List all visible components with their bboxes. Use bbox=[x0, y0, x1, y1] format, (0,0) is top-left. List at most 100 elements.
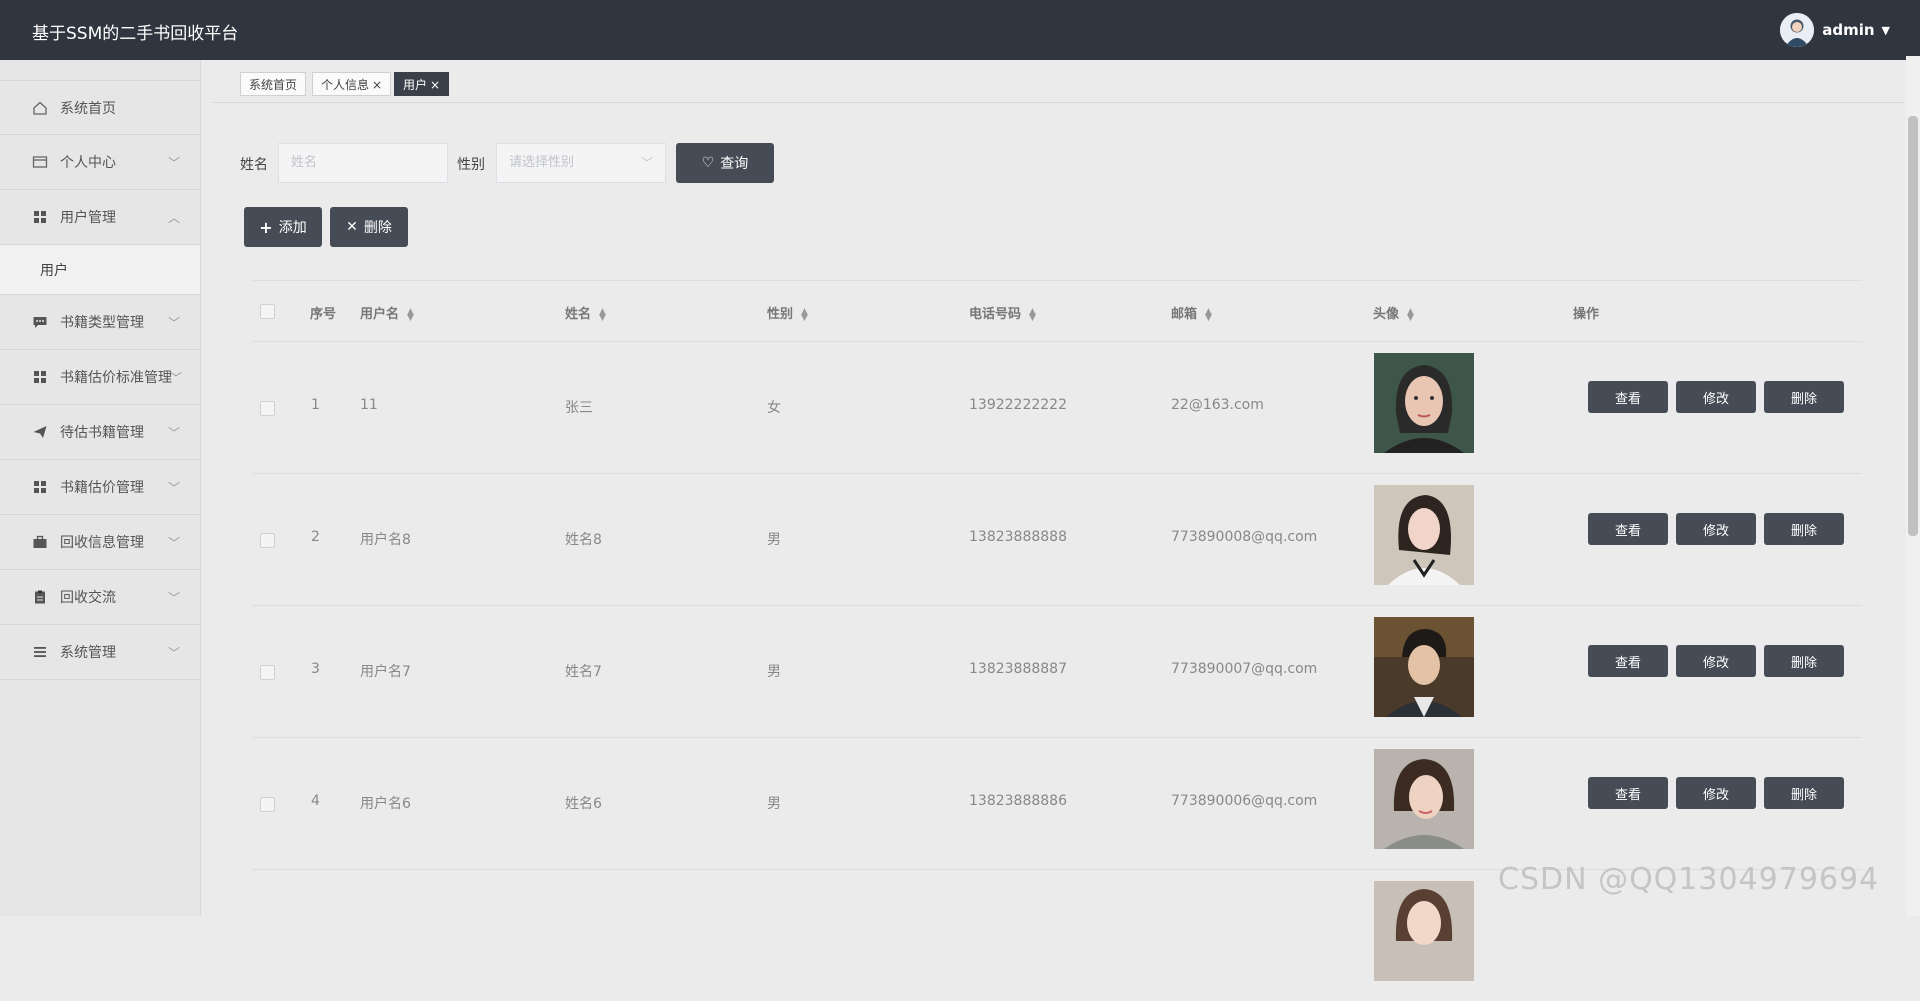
chevron-down-icon: ﹀ bbox=[167, 646, 180, 660]
sidebar-item-label: 书籍估价标准管理 bbox=[60, 370, 172, 386]
grid-icon bbox=[32, 479, 48, 495]
close-icon[interactable]: × bbox=[430, 78, 440, 92]
add-button-label: 添加 bbox=[278, 220, 307, 236]
col-name[interactable]: 姓名 ▲ ▼ bbox=[565, 303, 606, 322]
cell-phone: 13823888888 bbox=[969, 529, 1067, 545]
sidebar-item-recycle-exchange[interactable]: 回收交流 ﹀ bbox=[0, 570, 200, 625]
delete-button[interactable]: 删除 bbox=[1764, 381, 1844, 413]
sidebar-item-label: 书籍估价管理 bbox=[60, 480, 144, 496]
sidebar-item-label: 系统管理 bbox=[60, 645, 116, 661]
sort-icon[interactable]: ▲ ▼ bbox=[1407, 307, 1414, 322]
col-label: 邮箱 bbox=[1171, 307, 1198, 322]
cell-phone: 13823888887 bbox=[969, 661, 1067, 677]
col-avatar[interactable]: 头像 ▲ ▼ bbox=[1373, 303, 1414, 322]
tab-user[interactable]: 用户 × bbox=[394, 72, 450, 96]
cell-name: 姓名8 bbox=[565, 532, 602, 548]
row-checkbox[interactable] bbox=[260, 401, 275, 416]
row-checkbox[interactable] bbox=[260, 665, 275, 680]
cell-index: 2 bbox=[311, 529, 320, 545]
submenu-item-user[interactable]: 用户 bbox=[0, 245, 200, 295]
cell-gender: 男 bbox=[767, 664, 781, 680]
sort-icon[interactable]: ▲ ▼ bbox=[407, 307, 414, 322]
table-row: 1 11 张三 女 13922222222 22@163.com 查看 修改 删… bbox=[252, 341, 1862, 474]
grid-icon bbox=[32, 209, 48, 225]
list-icon bbox=[32, 644, 48, 660]
cell-name: 姓名7 bbox=[565, 664, 602, 680]
sidebar-item-home[interactable]: 系统首页 bbox=[0, 80, 200, 135]
sort-icon[interactable]: ▲ ▼ bbox=[599, 307, 606, 322]
chevron-down-icon: ﹀ bbox=[169, 371, 182, 385]
avatar-photo[interactable] bbox=[1374, 353, 1474, 453]
add-button[interactable]: + 添加 bbox=[244, 207, 322, 247]
plus-icon: + bbox=[259, 217, 273, 237]
sidebar-item-recycle-info[interactable]: 回收信息管理 ﹀ bbox=[0, 515, 200, 570]
sidebar-item-label: 书籍类型管理 bbox=[60, 315, 144, 331]
col-email[interactable]: 邮箱 ▲ ▼ bbox=[1171, 303, 1212, 322]
scrollbar-thumb[interactable] bbox=[1908, 116, 1918, 536]
send-icon bbox=[32, 424, 48, 440]
close-icon[interactable]: × bbox=[372, 78, 382, 92]
col-username[interactable]: 用户名 ▲ ▼ bbox=[360, 303, 414, 322]
delete-button[interactable]: 删除 bbox=[1764, 777, 1844, 809]
sort-icon[interactable]: ▲ ▼ bbox=[1029, 307, 1036, 322]
gender-select[interactable]: 请选择性别 ﹀ bbox=[496, 143, 666, 183]
sidebar-item-label: 个人中心 bbox=[60, 155, 116, 171]
watermark: CSDN @QQ1304979694 bbox=[1498, 862, 1880, 897]
sidebar-item-valuation[interactable]: 书籍估价管理 ﹀ bbox=[0, 460, 200, 515]
col-gender[interactable]: 性别 ▲ ▼ bbox=[767, 303, 808, 322]
select-all-checkbox[interactable] bbox=[260, 304, 275, 319]
edit-button[interactable]: 修改 bbox=[1676, 381, 1756, 413]
avatar-photo[interactable] bbox=[1374, 881, 1474, 981]
tab-home[interactable]: 系统首页 bbox=[240, 72, 307, 96]
cell-phone: 13823888886 bbox=[969, 793, 1067, 809]
chevron-down-icon: ﹀ bbox=[167, 156, 180, 170]
col-label: 性别 bbox=[767, 307, 794, 322]
wallet-icon bbox=[32, 154, 48, 170]
page-scrollbar[interactable] bbox=[1906, 56, 1920, 916]
edit-button[interactable]: 修改 bbox=[1676, 645, 1756, 677]
batch-delete-button[interactable]: ✕ 删除 bbox=[330, 207, 408, 247]
chevron-up-icon: ︿ bbox=[167, 211, 180, 225]
query-button[interactable]: ♡ 查询 bbox=[676, 143, 774, 183]
view-button[interactable]: 查看 bbox=[1588, 777, 1668, 809]
avatar-photo[interactable] bbox=[1374, 617, 1474, 717]
chevron-down-icon: ﹀ bbox=[167, 536, 180, 550]
edit-button[interactable]: 修改 bbox=[1676, 777, 1756, 809]
row-checkbox[interactable] bbox=[260, 797, 275, 812]
name-search-input[interactable]: 姓名 bbox=[278, 143, 448, 183]
cell-username: 用户名8 bbox=[360, 532, 411, 548]
gender-select-placeholder: 请选择性别 bbox=[509, 155, 575, 170]
cell-gender: 女 bbox=[767, 400, 781, 416]
delete-button[interactable]: 删除 bbox=[1764, 645, 1844, 677]
sort-icon[interactable]: ▲ ▼ bbox=[1205, 307, 1212, 322]
sidebar-item-users[interactable]: 用户管理 ︿ bbox=[0, 190, 200, 245]
sidebar-item-personal[interactable]: 个人中心 ﹀ bbox=[0, 135, 200, 190]
col-phone[interactable]: 电话号码 ▲ ▼ bbox=[969, 303, 1036, 322]
cell-email: 22@163.com bbox=[1171, 397, 1264, 413]
tab-personal-info[interactable]: 个人信息 × bbox=[312, 72, 392, 96]
view-button[interactable]: 查看 bbox=[1588, 645, 1668, 677]
col-label: 用户名 bbox=[360, 307, 400, 322]
cell-email: 773890006@qq.com bbox=[1171, 793, 1318, 809]
chevron-down-icon: ﹀ bbox=[167, 481, 180, 495]
sidebar-item-valuation-standard[interactable]: 书籍估价标准管理 ﹀ bbox=[0, 350, 200, 405]
row-checkbox[interactable] bbox=[260, 533, 275, 548]
delete-button[interactable]: 删除 bbox=[1764, 513, 1844, 545]
sidebar-item-book-types[interactable]: 书籍类型管理 ﹀ bbox=[0, 295, 200, 350]
edit-button[interactable]: 修改 bbox=[1676, 513, 1756, 545]
avatar-photo[interactable] bbox=[1374, 749, 1474, 849]
view-button[interactable]: 查看 bbox=[1588, 381, 1668, 413]
cell-name: 张三 bbox=[565, 400, 593, 416]
close-icon: ✕ bbox=[346, 219, 358, 235]
sort-icon[interactable]: ▲ ▼ bbox=[801, 307, 808, 322]
clipboard-icon bbox=[32, 589, 48, 605]
col-label: 姓名 bbox=[565, 307, 592, 322]
sidebar-item-pending-books[interactable]: 待估书籍管理 ﹀ bbox=[0, 405, 200, 460]
user-menu[interactable]: admin ▼ bbox=[1780, 12, 1890, 48]
view-button[interactable]: 查看 bbox=[1588, 513, 1668, 545]
caret-down-icon: ▼ bbox=[1881, 23, 1890, 37]
chevron-down-icon: ﹀ bbox=[640, 156, 653, 170]
sidebar-item-system[interactable]: 系统管理 ﹀ bbox=[0, 625, 200, 680]
col-label: 电话号码 bbox=[969, 307, 1022, 322]
avatar-photo[interactable] bbox=[1374, 485, 1474, 585]
